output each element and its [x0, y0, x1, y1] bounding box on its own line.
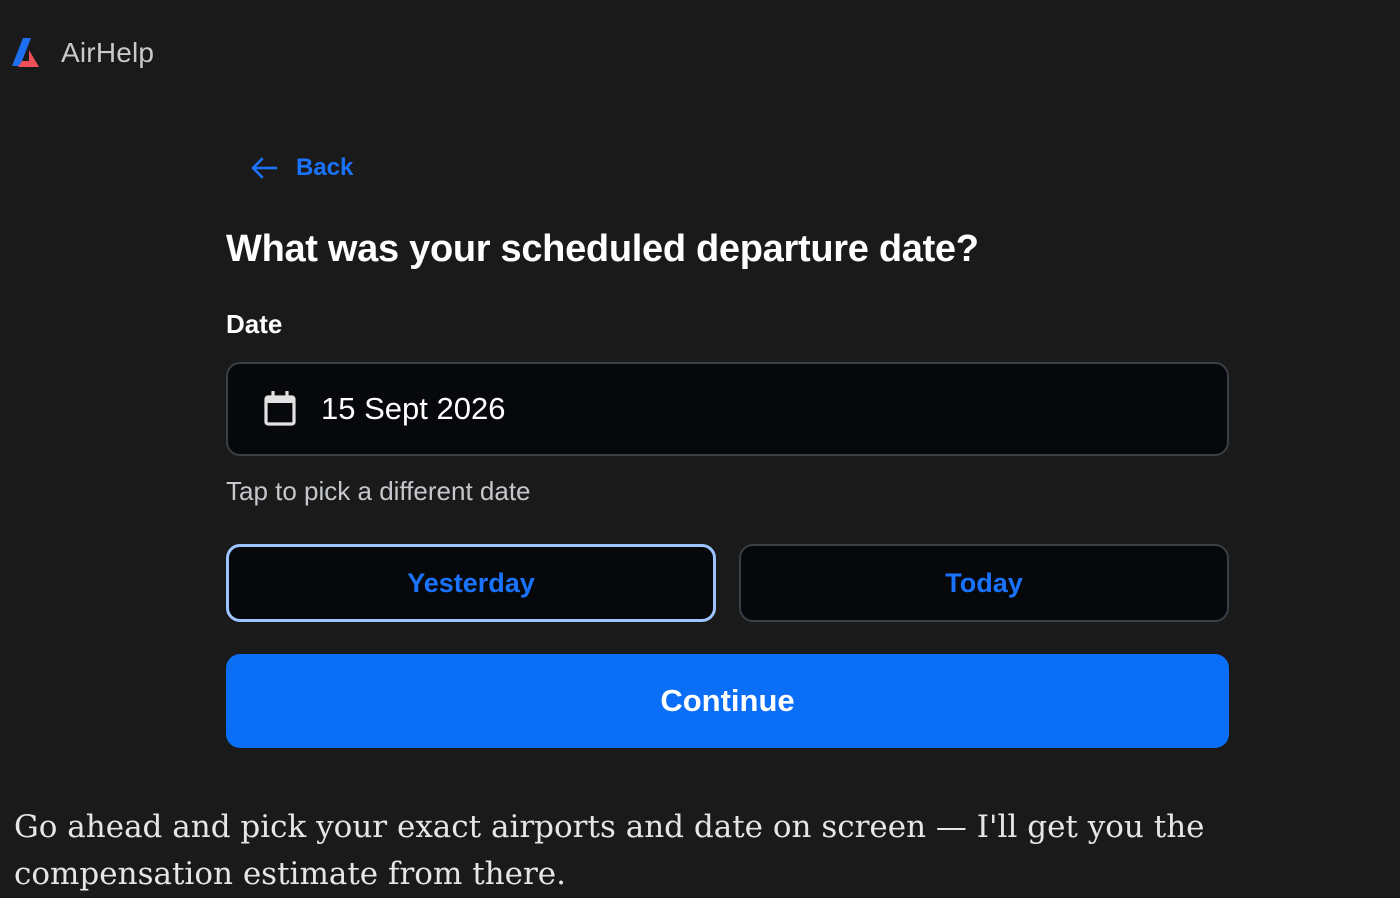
- date-value: 15 Sept 2026: [321, 391, 506, 426]
- back-button[interactable]: Back: [250, 151, 353, 185]
- arrow-left-icon: [251, 157, 278, 179]
- page-title: What was your scheduled departure date?: [226, 228, 979, 270]
- airhelp-logo-icon: [12, 38, 39, 67]
- assistant-message: Go ahead and pick your exact airports an…: [14, 809, 1205, 892]
- date-input[interactable]: 15 Sept 2026: [226, 362, 1229, 456]
- back-label: Back: [296, 154, 354, 181]
- yesterday-button[interactable]: Yesterday: [226, 544, 716, 622]
- app-header: AirHelp: [10, 32, 154, 74]
- date-hint: Tap to pick a different date: [226, 476, 531, 506]
- date-field-label: Date: [226, 309, 283, 339]
- brand-name: AirHelp: [61, 37, 155, 68]
- continue-button[interactable]: Continue: [226, 654, 1229, 748]
- calendar-icon: [264, 391, 296, 426]
- today-button[interactable]: Today: [739, 544, 1229, 622]
